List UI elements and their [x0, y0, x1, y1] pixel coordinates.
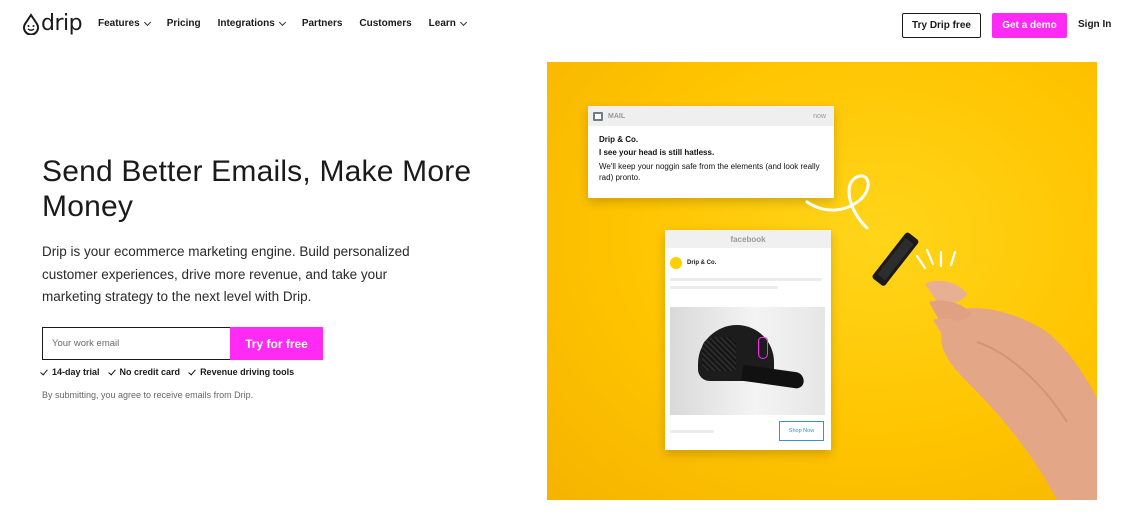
chevron-down-icon [459, 18, 467, 26]
chevron-down-icon [143, 18, 151, 26]
hat-product-photo [670, 307, 825, 415]
nav-pricing[interactable]: Pricing [167, 18, 201, 29]
check-label: Revenue driving tools [200, 367, 295, 377]
try-for-free-button[interactable]: Try for free [230, 327, 323, 360]
logo-wordmark: drip [41, 11, 83, 36]
cap-brim [741, 364, 805, 390]
checkmark-icon [188, 367, 196, 375]
mail-timestamp: now [813, 112, 826, 120]
hero-illustration: MAIL now Drip & Co. I see your head is s… [547, 62, 1097, 500]
nav-links: Features Pricing Integrations Partners C… [98, 18, 483, 29]
nav-pricing-label: Pricing [166, 18, 201, 29]
placeholder-line [670, 430, 714, 433]
mail-subject: I see your head is still hatless. [599, 148, 715, 157]
check-item: Revenue driving tools [188, 367, 295, 377]
mail-app-icon [593, 111, 603, 121]
work-email-input[interactable] [42, 327, 230, 360]
placeholder-line [670, 286, 778, 289]
checkmark-icon [107, 367, 116, 375]
hero-description: Drip is your ecommerce marketing engine.… [42, 244, 410, 304]
nav-learn[interactable]: Learn [428, 18, 467, 29]
mail-header: MAIL now [588, 106, 834, 126]
facebook-header: facebook [665, 230, 831, 248]
nav-customers[interactable]: Customers [359, 18, 411, 29]
benefit-checks: 14-day trial No credit card Revenue driv… [40, 367, 295, 377]
drip-logo[interactable]: drip [22, 11, 83, 36]
mail-body: Drip & Co. I see your head is still hatl… [588, 126, 834, 191]
nav-features-label: Features [98, 18, 140, 29]
facebook-brand-row: Drip & Co. [665, 248, 831, 269]
check-label: 14-day trial [52, 367, 100, 377]
check-label: No credit card [119, 367, 181, 377]
brand-avatar [670, 257, 682, 269]
mail-app-name: MAIL [608, 112, 626, 120]
mail-notification-card: MAIL now Drip & Co. I see your head is s… [588, 106, 834, 198]
check-item: 14-day trial [40, 367, 100, 377]
hand-holding-phone-illustration [872, 232, 1097, 500]
nav-learn-label: Learn [428, 18, 456, 29]
submit-disclaimer: By submitting, you agree to receive emai… [42, 390, 254, 400]
nav-integrations-label: Integrations [217, 18, 275, 29]
mail-preview: We'll keep your noggin safe from the ele… [599, 162, 820, 182]
drip-drop-icon [23, 13, 39, 35]
nav-integrations[interactable]: Integrations [217, 18, 286, 29]
get-demo-button[interactable]: Get a demo [992, 13, 1067, 38]
shop-now-button: Shop Now [779, 421, 824, 441]
try-drip-free-button[interactable]: Try Drip free [902, 13, 981, 38]
chevron-down-icon [278, 18, 286, 26]
check-item: No credit card [107, 367, 181, 377]
facebook-brand-name: Drip & Co. [687, 260, 717, 266]
top-nav: drip Features Pricing Integrations Partn… [0, 0, 1140, 52]
hero-title: Send Better Emails, Make More Money [42, 155, 472, 223]
nav-partners-label: Partners [301, 18, 343, 29]
sign-in-link[interactable]: Sign In [1078, 19, 1111, 30]
placeholder-line [670, 278, 822, 281]
checkmark-icon [40, 367, 48, 375]
drip-logo-icon [758, 337, 768, 359]
nav-features[interactable]: Features [98, 18, 151, 29]
nav-partners[interactable]: Partners [302, 18, 343, 29]
cap-mesh [702, 337, 736, 371]
signup-form: Try for free [42, 327, 323, 360]
mail-sender: Drip & Co. [599, 135, 639, 144]
nav-customers-label: Customers [359, 18, 412, 29]
facebook-ad-card: facebook Drip & Co. Shop Now [665, 230, 831, 450]
